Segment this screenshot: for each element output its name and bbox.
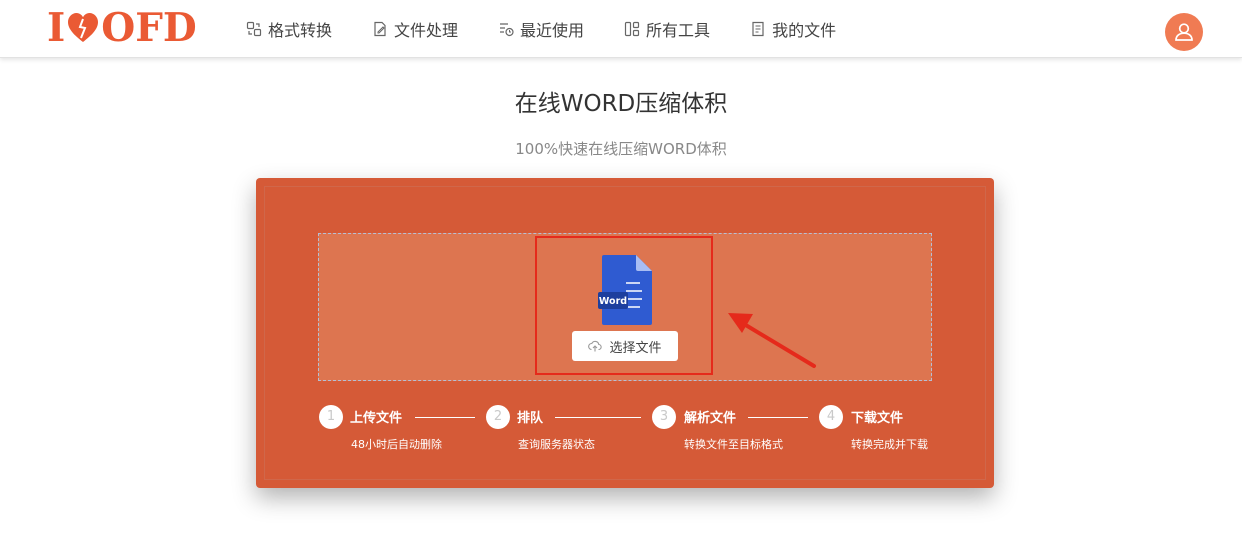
my-files-icon — [752, 21, 764, 36]
nav-label: 文件处理 — [394, 20, 459, 40]
user-icon — [1175, 23, 1193, 41]
pointer-arrow-annotation — [728, 313, 816, 368]
step-description: 转换完成并下载 — [851, 438, 928, 451]
heart-icon — [68, 13, 99, 42]
recent-history-icon — [500, 22, 514, 36]
step-description: 48小时后自动删除 — [351, 438, 442, 451]
step-title: 下载文件 — [851, 411, 904, 426]
step-connector-1 — [415, 417, 475, 418]
step-title: 排队 — [517, 411, 544, 426]
nav-recent[interactable]: 最近使用 — [498, 17, 584, 41]
step-number: 2 — [486, 405, 510, 429]
format-convert-icon — [246, 21, 262, 36]
step-number: 1 — [319, 405, 343, 429]
logo-suffix: OFD — [101, 5, 197, 51]
top-header: I OFD 格式转换 文件处理 最近使用 所有工具 我的文件 — [0, 0, 1242, 58]
nav-label: 所有工具 — [646, 20, 711, 40]
nav-format-convert[interactable]: 格式转换 — [246, 17, 332, 41]
step-number: 4 — [819, 405, 843, 429]
grid-tools-icon — [624, 21, 640, 36]
nav-label: 格式转换 — [268, 20, 333, 40]
step-description: 查询服务器状态 — [518, 438, 595, 451]
file-edit-icon — [374, 21, 386, 36]
nav-label: 我的文件 — [772, 20, 837, 40]
step-connector-3 — [748, 417, 808, 418]
step-title: 解析文件 — [684, 411, 737, 426]
nav-label: 最近使用 — [520, 20, 585, 40]
nav-file-processing[interactable]: 文件处理 — [372, 17, 458, 41]
page-title: 在线WORD压缩体积 — [514, 91, 728, 117]
user-avatar-button[interactable] — [1165, 13, 1203, 51]
page-subtitle: 100%快速在线压缩WORD体积 — [515, 140, 727, 158]
nav-all-tools[interactable]: 所有工具 — [624, 17, 710, 41]
nav-my-files[interactable]: 我的文件 — [750, 17, 836, 41]
logo-prefix: I — [47, 5, 66, 51]
step-description: 转换文件至目标格式 — [684, 438, 783, 451]
highlight-annotation — [535, 236, 713, 375]
step-connector-2 — [555, 417, 641, 418]
iloveofd-logo[interactable]: I OFD — [47, 8, 197, 48]
step-title: 上传文件 — [350, 411, 403, 426]
main-nav: 格式转换 文件处理 最近使用 所有工具 我的文件 — [246, 0, 876, 57]
step-number: 3 — [652, 405, 676, 429]
